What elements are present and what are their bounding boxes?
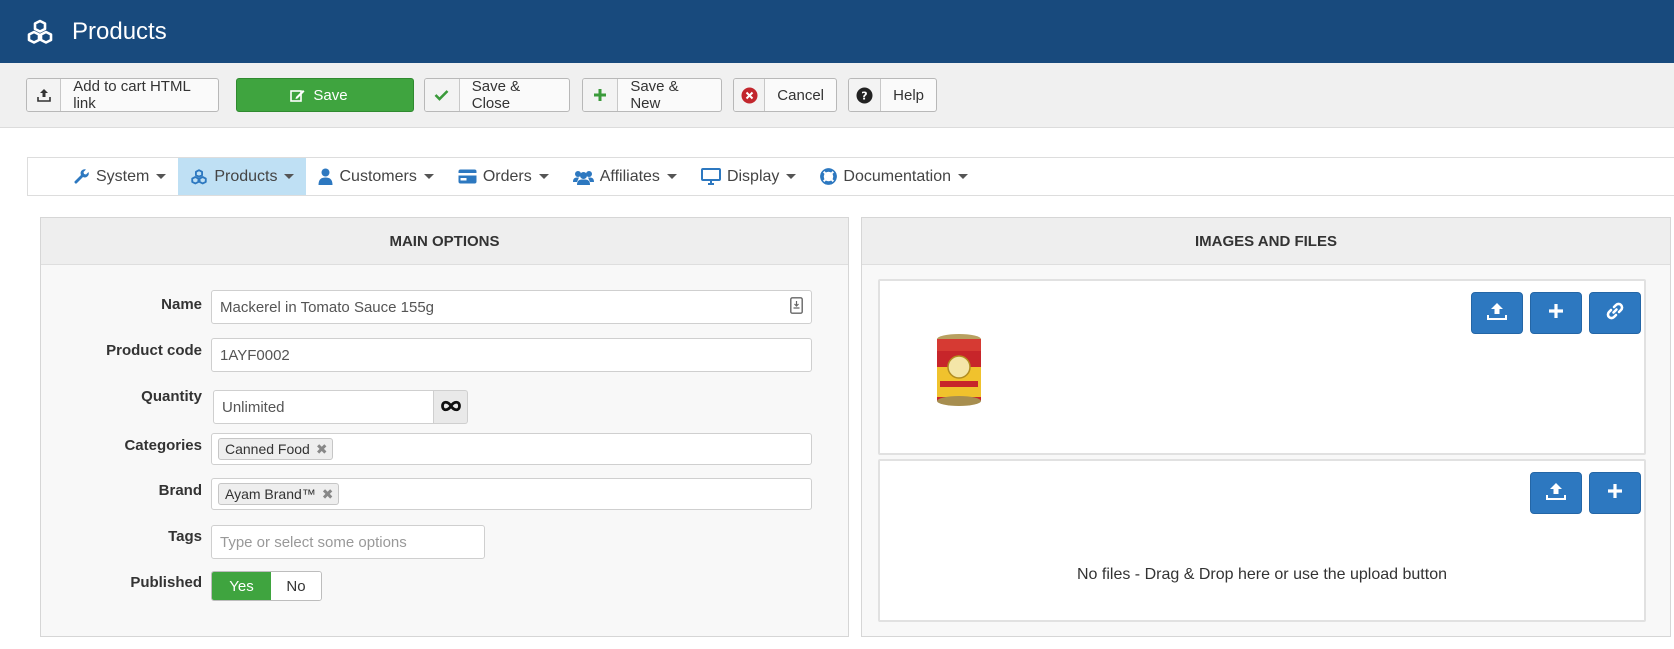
cubes-icon: [25, 17, 55, 47]
component-nav: System Products Customers Orders Affilia…: [27, 157, 1674, 196]
name-input[interactable]: Mackerel in Tomato Sauce 155g: [211, 290, 812, 324]
wrench-icon: [73, 168, 90, 185]
plus-icon: [1547, 302, 1565, 324]
category-tag: Canned Food ✖: [218, 438, 333, 460]
add-file-button[interactable]: [1589, 472, 1641, 514]
caret-down-icon: [538, 174, 549, 179]
nav-products[interactable]: Products: [178, 158, 307, 195]
infinity-icon: [440, 399, 462, 416]
credit-card-icon: [458, 169, 477, 184]
add-image-button[interactable]: [1530, 292, 1582, 334]
brand-tag: Ayam Brand™ ✖: [218, 483, 339, 505]
name-label: Name: [161, 296, 202, 313]
nav-orders[interactable]: Orders: [446, 158, 561, 195]
add-to-cart-html-link-button[interactable]: Add to cart HTML link: [26, 78, 219, 112]
user-icon: [318, 168, 333, 185]
published-yes-button[interactable]: Yes: [212, 572, 271, 600]
remove-tag-icon[interactable]: ✖: [316, 441, 328, 458]
life-ring-icon: [820, 168, 838, 185]
nav-documentation[interactable]: Documentation: [808, 158, 980, 195]
published-label: Published: [130, 574, 202, 591]
nav-customers[interactable]: Customers: [306, 158, 445, 195]
quantity-input[interactable]: Unlimited: [213, 390, 434, 424]
upload-image-button[interactable]: [1471, 292, 1523, 334]
caret-down-icon: [958, 174, 969, 179]
nav-affiliates[interactable]: Affiliates: [561, 158, 689, 195]
files-dropzone[interactable]: No files - Drag & Drop here or use the u…: [878, 459, 1646, 622]
help-button[interactable]: ? Help: [848, 78, 937, 112]
cubes-icon: [190, 168, 208, 185]
images-files-heading: IMAGES AND FILES: [862, 218, 1670, 265]
cancel-button[interactable]: Cancel: [733, 78, 837, 112]
nav-display[interactable]: Display: [689, 158, 808, 195]
tags-label: Tags: [168, 528, 202, 545]
quantity-label: Quantity: [141, 388, 202, 405]
save-button[interactable]: Save: [236, 78, 414, 112]
images-dropzone[interactable]: [878, 279, 1646, 455]
categories-input[interactable]: Canned Food ✖: [211, 433, 812, 465]
link-image-button[interactable]: [1589, 292, 1641, 334]
toolbar: Add to cart HTML link Save Save & Close …: [0, 63, 1674, 128]
app-header: Products: [0, 0, 1674, 63]
main-options-panel: MAIN OPTIONS Name Mackerel in Tomato Sau…: [40, 217, 849, 637]
plus-icon: [1606, 482, 1624, 504]
caret-down-icon: [423, 174, 434, 179]
categories-label: Categories: [124, 437, 202, 454]
link-icon: [1605, 301, 1625, 325]
published-toggle: Yes No: [211, 571, 322, 601]
tags-input[interactable]: Type or select some options: [211, 525, 485, 559]
save-close-button[interactable]: Save & Close: [424, 78, 570, 112]
product-code-label: Product code: [106, 342, 202, 359]
desktop-icon: [700, 168, 721, 185]
caret-down-icon: [156, 174, 167, 179]
cancel-circle-icon: [734, 79, 766, 111]
unlimited-toggle-button[interactable]: [434, 390, 468, 424]
users-icon: [572, 169, 594, 185]
product-code-input[interactable]: 1AYF0002: [211, 338, 812, 372]
published-no-button[interactable]: No: [271, 572, 321, 600]
main-options-heading: MAIN OPTIONS: [41, 218, 848, 265]
caret-down-icon: [666, 174, 677, 179]
product-image[interactable]: [924, 317, 994, 421]
images-files-panel: IMAGES AND FILES No files - Drag & Drop …: [861, 217, 1671, 637]
translate-icon[interactable]: [790, 296, 803, 318]
caret-down-icon: [284, 174, 295, 179]
question-circle-icon: ?: [849, 79, 882, 111]
brand-input[interactable]: Ayam Brand™ ✖: [211, 478, 812, 510]
caret-down-icon: [786, 174, 797, 179]
upload-icon: [27, 79, 62, 111]
no-files-message: No files - Drag & Drop here or use the u…: [1077, 566, 1447, 583]
save-new-button[interactable]: Save & New: [582, 78, 722, 112]
brand-label: Brand: [158, 482, 202, 499]
upload-icon: [1546, 482, 1566, 504]
nav-system[interactable]: System: [28, 158, 178, 195]
upload-icon: [1487, 302, 1507, 324]
edit-icon: [290, 88, 305, 103]
upload-file-button[interactable]: [1530, 472, 1582, 514]
remove-tag-icon[interactable]: ✖: [322, 486, 334, 503]
svg-text:?: ?: [861, 89, 867, 102]
page-title: Products: [72, 17, 167, 45]
check-icon: [425, 79, 460, 111]
plus-icon: [583, 79, 619, 111]
